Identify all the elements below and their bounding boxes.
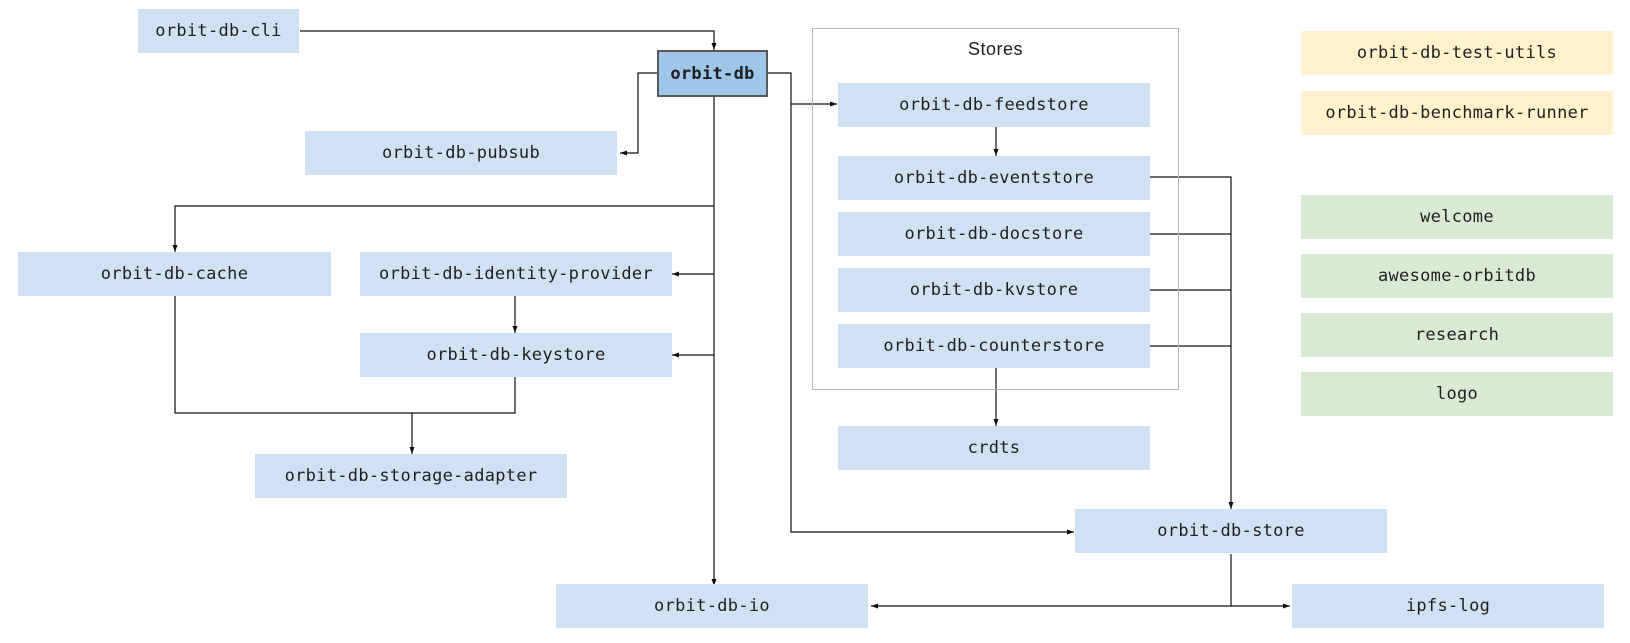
- node-orbit-db-store[interactable]: orbit-db-store: [1075, 509, 1387, 553]
- stores-group-title: Stores: [967, 39, 1024, 59]
- node-orbit-db-test-utils[interactable]: orbit-db-test-utils: [1301, 31, 1613, 75]
- node-welcome[interactable]: welcome: [1301, 195, 1613, 239]
- node-orbit-db-docstore[interactable]: orbit-db-docstore: [838, 212, 1150, 256]
- node-orbit-db-identity-provider[interactable]: orbit-db-identity-provider: [360, 252, 672, 296]
- edge-core-to-cache: [172, 205, 714, 252]
- node-orbit-db-kvstore[interactable]: orbit-db-kvstore: [838, 268, 1150, 312]
- node-orbit-db-io[interactable]: orbit-db-io: [556, 584, 868, 628]
- node-orbit-db[interactable]: orbit-db: [657, 50, 768, 97]
- node-ipfs-log[interactable]: ipfs-log: [1292, 584, 1604, 628]
- node-research[interactable]: research: [1301, 313, 1613, 357]
- edge-cli-to-core: [300, 30, 717, 50]
- node-orbit-db-eventstore[interactable]: orbit-db-eventstore: [838, 156, 1150, 200]
- node-orbit-db-feedstore[interactable]: orbit-db-feedstore: [838, 83, 1150, 127]
- node-orbit-db-cache[interactable]: orbit-db-cache: [18, 252, 331, 296]
- node-orbit-db-cli[interactable]: orbit-db-cli: [138, 9, 299, 53]
- node-orbit-db-pubsub[interactable]: orbit-db-pubsub: [305, 131, 617, 175]
- node-orbit-db-keystore[interactable]: orbit-db-keystore: [360, 333, 672, 377]
- edge-core-to-pubsub: [620, 72, 657, 156]
- node-orbit-db-benchmark-runner[interactable]: orbit-db-benchmark-runner: [1301, 91, 1613, 135]
- node-orbit-db-storage-adapter[interactable]: orbit-db-storage-adapter: [255, 454, 567, 498]
- node-awesome-orbitdb[interactable]: awesome-orbitdb: [1301, 254, 1613, 298]
- node-logo[interactable]: logo: [1301, 372, 1613, 416]
- node-orbit-db-counterstore[interactable]: orbit-db-counterstore: [838, 324, 1150, 368]
- node-crdts[interactable]: crdts: [838, 426, 1150, 470]
